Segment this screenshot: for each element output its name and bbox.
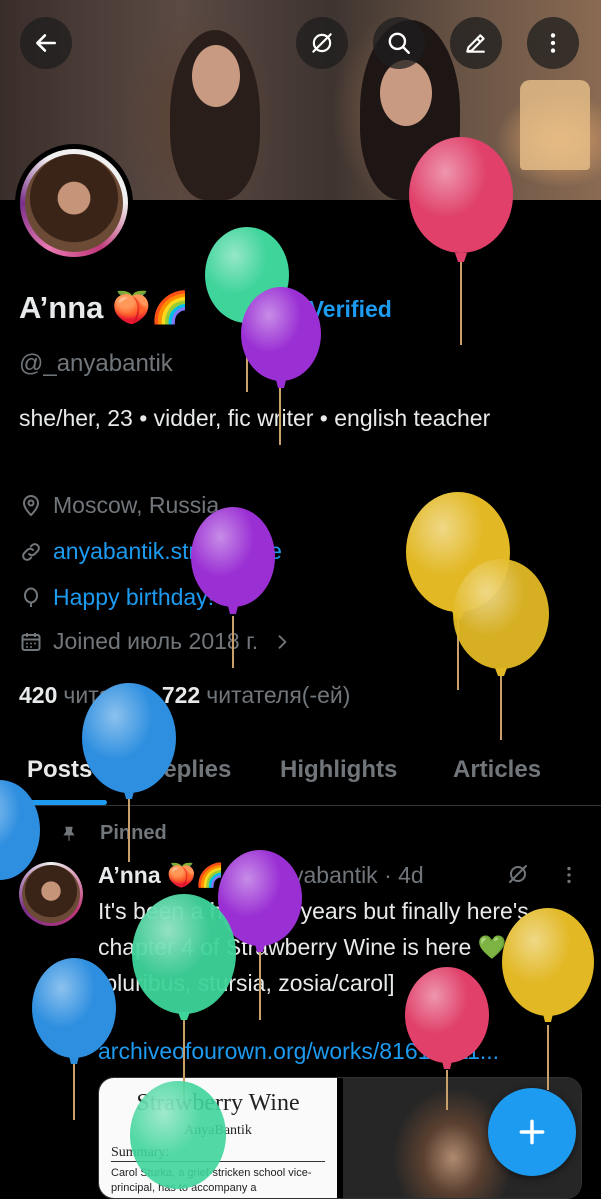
website-link[interactable]: anyabantik.straw.page: [53, 538, 282, 565]
followers-link[interactable]: 722 читателя(-ей): [162, 682, 351, 709]
balloon-yellow-icon: [453, 559, 549, 740]
profile-handle: @_anyabantik: [19, 350, 173, 377]
post-more-icon[interactable]: [558, 864, 580, 886]
grok-button[interactable]: [296, 17, 348, 69]
post-avatar-image: [22, 865, 80, 923]
tab-replies[interactable]: Replies: [146, 756, 231, 784]
tab-highlights[interactable]: Highlights: [280, 756, 397, 784]
more-button[interactable]: [527, 17, 579, 69]
location-text: Moscow, Russia: [53, 492, 220, 518]
location-row: Moscow, Russia: [19, 492, 219, 519]
post-author-avatar[interactable]: [19, 862, 83, 926]
balloon-yellow-icon: [406, 492, 510, 690]
profile-avatar[interactable]: [15, 144, 133, 262]
grok-icon: [312, 33, 332, 53]
compose-button[interactable]: [488, 1088, 576, 1176]
get-verified-button[interactable]: Get Verified: [232, 296, 392, 323]
tab-articles[interactable]: Articles: [453, 756, 541, 784]
plus-icon: [519, 1119, 545, 1145]
tab-posts[interactable]: Posts: [27, 756, 92, 784]
back-button[interactable]: [20, 17, 72, 69]
active-tab-indicator: [19, 800, 107, 805]
calendar-icon: [21, 632, 41, 651]
profile-tabs: Posts Replies Highlights Articles: [0, 748, 601, 806]
search-button[interactable]: [373, 17, 425, 69]
chevron-right-icon: [278, 634, 287, 649]
verified-badge-icon: [232, 296, 258, 323]
following-link[interactable]: 420 читает: [19, 682, 134, 709]
card-summary-label: Summary:: [111, 1145, 325, 1162]
link-icon: [22, 542, 40, 561]
pin-icon: [63, 826, 75, 841]
more-vertical-icon: [550, 33, 556, 53]
post-meta: @_anyabantik · 4d: [230, 862, 424, 888]
banner-face-left: [192, 45, 240, 107]
edit-button[interactable]: [450, 17, 502, 69]
location-pin-icon: [22, 494, 40, 516]
card-title: Strawberry Wine: [136, 1090, 300, 1116]
banner-lamp: [520, 80, 590, 170]
post-text: It's been a hundred years but finally he…: [98, 898, 529, 996]
profile-name: A’nna 🍑🌈: [19, 290, 190, 325]
pinned-label-row: Pinned: [60, 822, 167, 845]
joined-row[interactable]: Joined июль 2018 г.: [19, 628, 292, 655]
card-author: AnyaBantik: [184, 1123, 252, 1138]
card-summary: Carol Sturka, a grief-stricken school vi…: [111, 1167, 312, 1194]
post-header: A’nna 🍑🌈 @_anyabantik · 4d: [98, 862, 424, 889]
birthday-row: Happy birthday!: [19, 584, 214, 611]
get-verified-label: Get Verified: [264, 296, 392, 322]
grok-icon[interactable]: [506, 862, 530, 886]
balloon-icon: [24, 587, 38, 607]
following-count: 420: [19, 682, 58, 708]
following-label: читает: [63, 682, 134, 708]
card-document-image: Strawberry Wine AnyaBantik Summary: Caro…: [99, 1078, 337, 1198]
website-row: anyabantik.straw.page: [19, 538, 282, 565]
edit-icon: [466, 34, 485, 53]
post-link[interactable]: archiveofourown.org/works/81610411...: [98, 1038, 578, 1065]
joined-text: Joined июль 2018 г.: [53, 628, 259, 654]
search-icon: [388, 32, 410, 54]
birthday-link[interactable]: Happy birthday!: [53, 584, 214, 611]
pinned-label: Pinned: [100, 822, 167, 844]
avatar-story-ring: [20, 149, 128, 257]
avatar-image: [25, 154, 123, 252]
followers-count: 722: [161, 682, 201, 708]
profile-bio: she/her, 23 • vidder, fic writer • engli…: [19, 405, 491, 431]
post-author-name[interactable]: A’nna 🍑🌈: [98, 862, 224, 889]
followers-label: читателя(-ей): [206, 682, 351, 708]
arrow-left-icon: [36, 34, 56, 52]
follow-stats: 420 читает 722 читателя(-ей): [19, 682, 350, 709]
banner-face-right: [380, 60, 432, 126]
